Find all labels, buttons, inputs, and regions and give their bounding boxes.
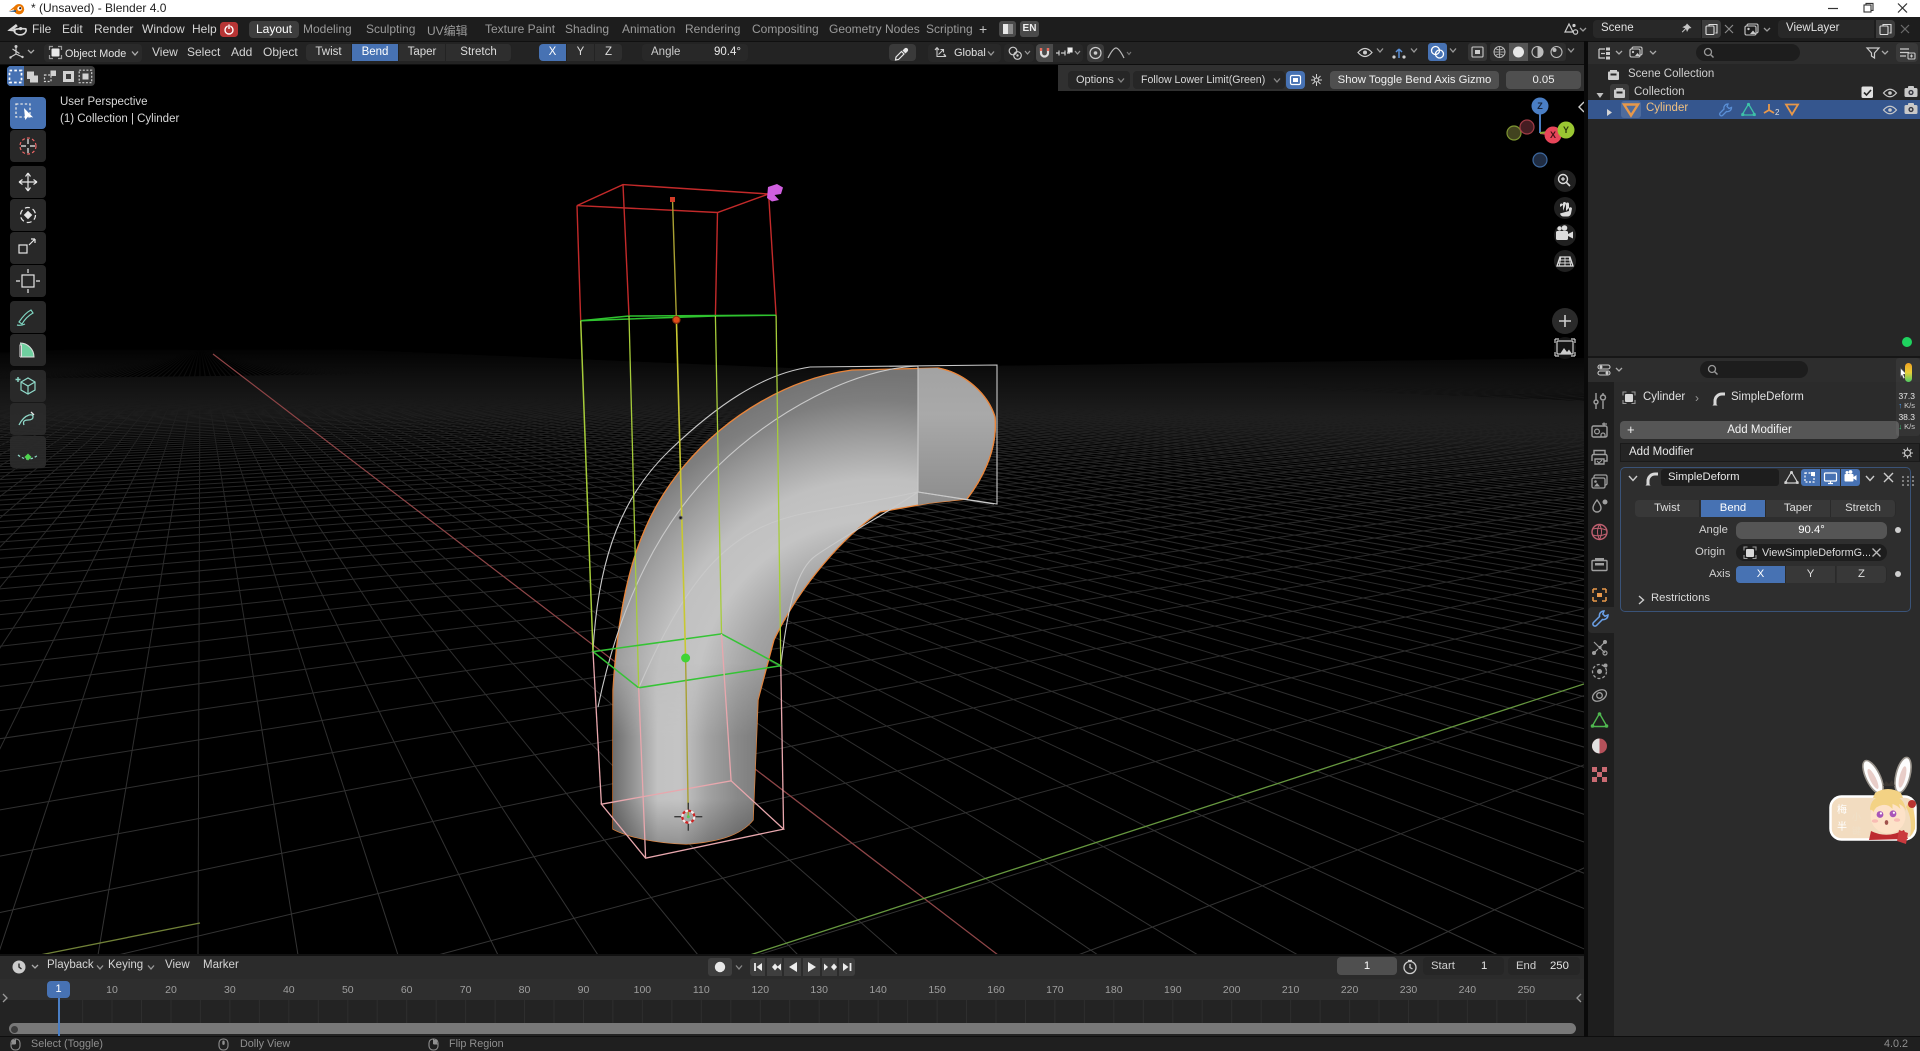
svg-text:120: 120 — [752, 984, 770, 996]
svg-text:150: 150 — [928, 984, 946, 996]
svg-text:2: 2 — [1775, 108, 1780, 117]
svg-text:30: 30 — [224, 984, 236, 996]
svg-text:110: 110 — [693, 984, 710, 996]
svg-text:180: 180 — [1105, 984, 1123, 996]
svg-text:190: 190 — [1164, 984, 1182, 996]
svg-text:70: 70 — [460, 984, 472, 996]
svg-text:160: 160 — [987, 984, 1005, 996]
svg-text:60: 60 — [401, 984, 413, 996]
svg-text:140: 140 — [869, 984, 887, 996]
svg-text:220: 220 — [1341, 984, 1359, 996]
svg-text:键: 键 — [1852, 825, 1861, 836]
svg-text:210: 210 — [1282, 984, 1300, 996]
svg-text:90: 90 — [578, 984, 590, 996]
svg-text:170: 170 — [1046, 984, 1064, 996]
svg-text:20: 20 — [165, 984, 177, 996]
svg-text:X: X — [1550, 130, 1556, 140]
svg-text:梅: 梅 — [1837, 803, 1847, 816]
svg-text:半: 半 — [1837, 820, 1847, 833]
svg-text:240: 240 — [1459, 984, 1477, 996]
svg-text:40: 40 — [283, 984, 295, 996]
svg-text:250: 250 — [1518, 984, 1536, 996]
svg-text:50: 50 — [342, 984, 354, 996]
svg-text:小: 小 — [1852, 812, 1861, 822]
svg-text:130: 130 — [810, 984, 828, 996]
svg-text:10: 10 — [106, 984, 118, 996]
svg-text:Y: Y — [1563, 125, 1569, 135]
svg-text:Z: Z — [1537, 101, 1543, 111]
svg-text:(1) Collection | Cylinder: (1) Collection | Cylinder — [60, 113, 179, 125]
svg-text:User Perspective: User Perspective — [60, 96, 148, 108]
svg-text:80: 80 — [519, 984, 531, 996]
svg-text:100: 100 — [634, 984, 652, 996]
svg-text:200: 200 — [1223, 984, 1241, 996]
svg-text:230: 230 — [1400, 984, 1418, 996]
